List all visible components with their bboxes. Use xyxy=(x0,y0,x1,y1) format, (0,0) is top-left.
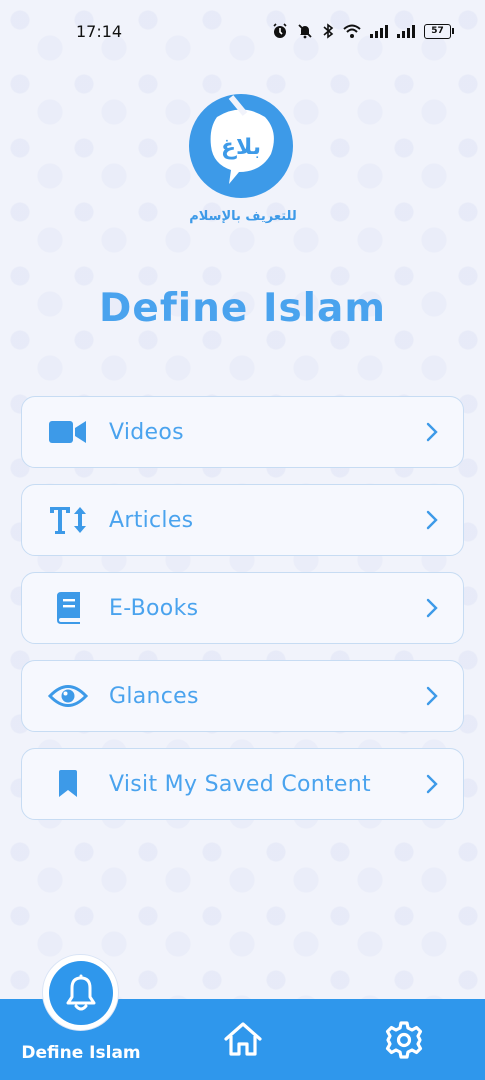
chevron-right-icon xyxy=(426,686,438,706)
battery-icon: 57 xyxy=(424,23,454,39)
logo-tagline: للتعريف بالإسلام xyxy=(189,209,296,224)
status-icons: 57 xyxy=(272,23,454,39)
page-title: Define Islam xyxy=(99,286,386,331)
menu-item-label: Articles xyxy=(109,507,194,533)
nav-define-islam-button[interactable] xyxy=(42,954,119,1031)
wifi-icon xyxy=(343,24,361,38)
menu-item-label: E-Books xyxy=(109,595,199,621)
video-camera-icon xyxy=(47,416,89,448)
menu-item-videos[interactable]: Videos xyxy=(21,396,464,468)
bell-icon xyxy=(66,974,95,1010)
signal-icon xyxy=(370,24,388,38)
menu-item-articles[interactable]: Articles xyxy=(21,484,464,556)
chevron-right-icon xyxy=(426,598,438,618)
main-menu: Videos Articles E-Books Glances Visit My… xyxy=(21,396,464,836)
nav-home-button[interactable] xyxy=(223,1021,263,1057)
text-size-icon xyxy=(47,504,89,536)
mute-icon xyxy=(298,24,312,39)
logo-text: بلاغ xyxy=(221,135,261,160)
gear-icon xyxy=(385,1021,423,1059)
nav-active-label: Define Islam xyxy=(21,1043,141,1063)
bluetooth-icon xyxy=(323,23,334,39)
menu-item-saved-content[interactable]: Visit My Saved Content xyxy=(21,748,464,820)
menu-item-label: Videos xyxy=(109,419,184,445)
chevron-right-icon xyxy=(426,510,438,530)
book-icon xyxy=(47,592,89,624)
status-time: 17:14 xyxy=(76,21,123,41)
status-bar: 17:14 57 xyxy=(0,0,485,62)
home-icon xyxy=(224,1022,262,1056)
chevron-right-icon xyxy=(426,422,438,442)
signal-icon xyxy=(397,24,415,38)
bookmark-icon xyxy=(47,768,89,800)
eye-icon xyxy=(47,680,89,712)
bell-button-inner xyxy=(48,960,113,1025)
alarm-icon xyxy=(273,23,287,38)
nav-settings-button[interactable] xyxy=(384,1020,424,1060)
balagh-logo: بلاغ للتعريف بالإسلام xyxy=(187,92,299,224)
menu-item-glances[interactable]: Glances xyxy=(21,660,464,732)
menu-item-label: Glances xyxy=(109,683,199,709)
menu-item-ebooks[interactable]: E-Books xyxy=(21,572,464,644)
chevron-right-icon xyxy=(426,774,438,794)
menu-item-label: Visit My Saved Content xyxy=(109,771,371,797)
